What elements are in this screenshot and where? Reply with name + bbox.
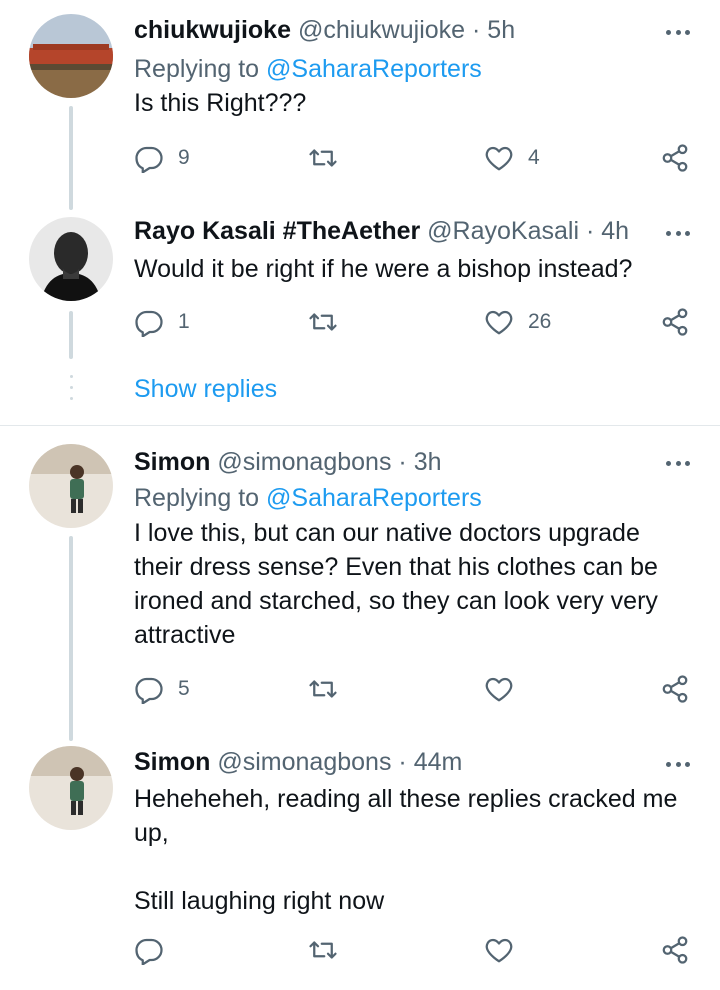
mention-link[interactable]: @SaharaReporters <box>266 55 482 83</box>
share-button[interactable] <box>660 307 690 337</box>
thread-dots <box>70 375 73 408</box>
user-handle[interactable]: @RayoKasali <box>427 217 579 245</box>
separator: · <box>398 448 407 476</box>
like-icon <box>485 677 513 702</box>
avatar[interactable] <box>29 444 113 528</box>
more-icon[interactable] <box>666 458 690 468</box>
reply-icon <box>135 146 163 173</box>
action-bar <box>134 935 690 965</box>
tweet-chiukwujioke[interactable]: chiukwujioke @chiukwujioke · 5h Replying… <box>0 0 720 215</box>
thread-line <box>69 536 73 741</box>
user-handle[interactable]: @chiukwujioke <box>298 16 465 44</box>
retweet-button[interactable] <box>308 935 352 965</box>
tweet-text: Heheheheh, reading all these replies cra… <box>134 785 678 915</box>
like-count: 26 <box>528 310 552 333</box>
action-bar: 5 <box>134 674 690 704</box>
like-icon <box>485 146 513 171</box>
avatar-image <box>29 746 113 830</box>
tweet-text: Would it be right if he were a bishop in… <box>134 255 633 283</box>
share-icon <box>662 308 688 336</box>
thread-line <box>69 106 73 210</box>
reply-button[interactable]: 1 <box>134 307 190 337</box>
share-button[interactable] <box>660 674 690 704</box>
avatar[interactable] <box>29 14 113 98</box>
avatar-image <box>29 217 113 301</box>
thread-line <box>69 311 73 359</box>
user-handle[interactable]: @simonagbons <box>217 448 391 476</box>
like-button[interactable]: 26 <box>484 307 551 337</box>
retweet-icon <box>309 941 337 959</box>
display-name[interactable]: Simon <box>134 748 210 776</box>
reply-icon <box>135 677 163 704</box>
avatar-image <box>29 14 113 98</box>
action-bar: 1 26 <box>134 307 690 337</box>
reply-button[interactable] <box>134 935 178 965</box>
avatar[interactable] <box>29 746 113 830</box>
mention-link[interactable]: @SaharaReporters <box>266 484 482 512</box>
like-button[interactable] <box>484 674 528 704</box>
tweet-header: Simon @simonagbons · 3h <box>134 446 442 478</box>
timestamp[interactable]: 3h <box>414 448 442 476</box>
tweet-simon-2[interactable]: Simon @simonagbons · 44m Heheheheh, read… <box>0 746 720 990</box>
timestamp[interactable]: 44m <box>414 748 463 776</box>
show-replies-link[interactable]: Show replies <box>134 375 277 404</box>
share-icon <box>662 675 688 703</box>
tweet-simon-1[interactable]: Simon @simonagbons · 3h Replying to @Sah… <box>0 426 720 746</box>
tweet-header: Simon @simonagbons · 44m <box>134 746 462 778</box>
separator: · <box>585 217 595 245</box>
separator: · <box>398 748 407 776</box>
replying-prefix: Replying to <box>134 484 267 512</box>
reply-count: 9 <box>178 146 190 169</box>
tweet-rayokasali[interactable]: Rayo Kasali #TheAether @RayoKasali · 4h … <box>0 215 720 420</box>
action-bar: 9 4 <box>134 143 690 173</box>
share-button[interactable] <box>660 143 690 173</box>
retweet-icon <box>309 680 337 698</box>
retweet-icon <box>309 313 337 331</box>
separator: · <box>472 16 481 44</box>
tweet-text: I love this, but can our native doctors … <box>134 519 665 649</box>
display-name[interactable]: chiukwujioke <box>134 16 291 44</box>
share-button[interactable] <box>660 935 690 965</box>
reply-icon <box>135 938 163 965</box>
more-icon[interactable] <box>666 228 690 238</box>
reply-count: 1 <box>178 310 190 333</box>
retweet-button[interactable] <box>308 143 352 173</box>
like-icon <box>485 938 513 963</box>
tweet-header: Rayo Kasali #TheAether @RayoKasali · 4h <box>134 215 629 247</box>
retweet-button[interactable] <box>308 307 352 337</box>
tweet-text: Is this Right??? <box>134 89 307 117</box>
display-name[interactable]: Simon <box>134 448 210 476</box>
like-icon <box>485 310 513 335</box>
reply-icon <box>135 310 163 337</box>
share-icon <box>662 144 688 172</box>
like-count: 4 <box>528 146 540 169</box>
replying-to: Replying to @SaharaReporters <box>134 52 482 86</box>
replying-prefix: Replying to <box>134 55 267 83</box>
avatar-image <box>29 444 113 528</box>
timestamp[interactable]: 4h <box>601 217 629 245</box>
retweet-icon <box>309 149 337 167</box>
more-icon[interactable] <box>666 759 690 769</box>
more-icon[interactable] <box>666 27 690 37</box>
tweet-header: chiukwujioke @chiukwujioke · 5h <box>134 14 515 46</box>
avatar[interactable] <box>29 217 113 301</box>
reply-button[interactable]: 5 <box>134 674 190 704</box>
retweet-button[interactable] <box>308 674 352 704</box>
display-name[interactable]: Rayo Kasali #TheAether <box>134 217 420 245</box>
reply-button[interactable]: 9 <box>134 143 190 173</box>
user-handle[interactable]: @simonagbons <box>217 748 391 776</box>
timestamp[interactable]: 5h <box>487 16 515 44</box>
reply-count: 5 <box>178 677 190 700</box>
replying-to: Replying to @SaharaReporters <box>134 481 482 515</box>
like-button[interactable]: 4 <box>484 143 540 173</box>
like-button[interactable] <box>484 935 528 965</box>
share-icon <box>662 936 688 964</box>
